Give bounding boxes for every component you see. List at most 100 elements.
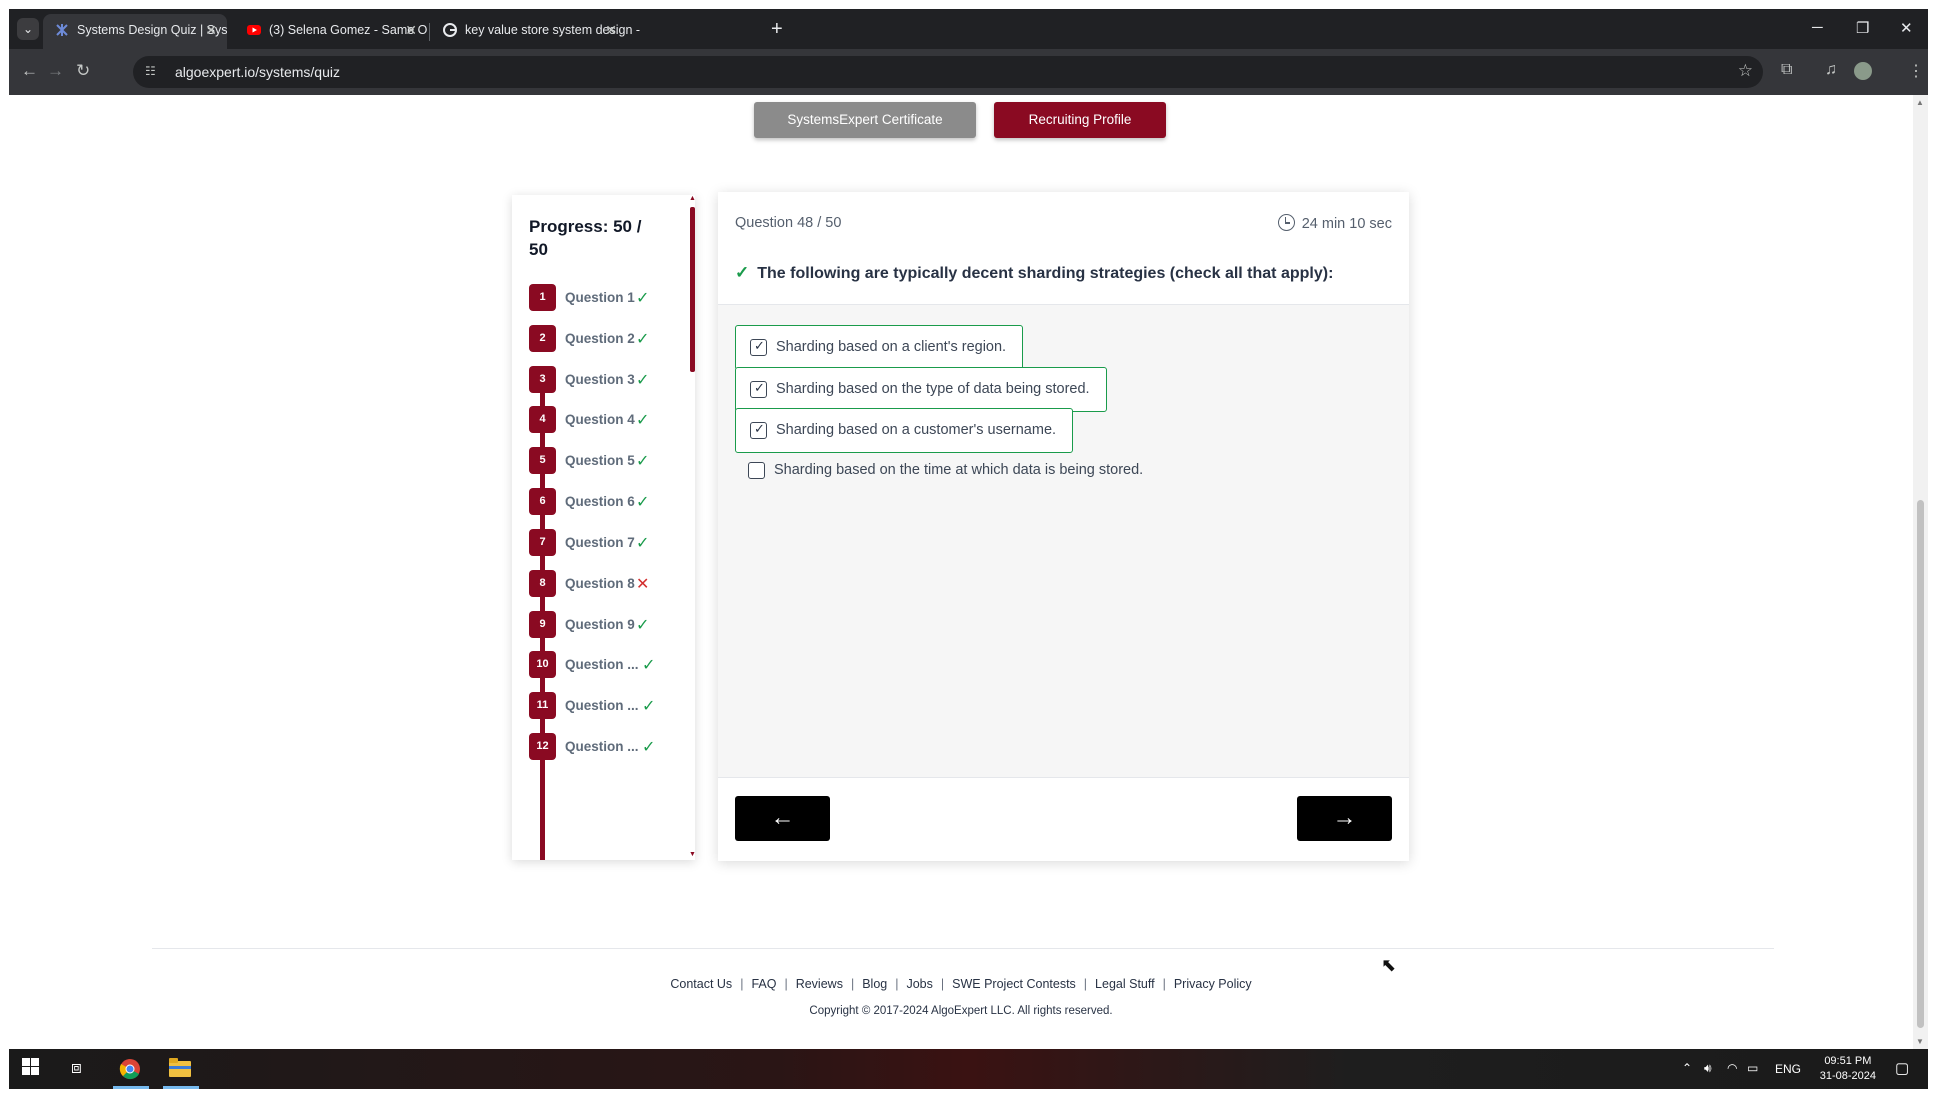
question-nav-item[interactable]: 12 Question ... ✓ xyxy=(529,733,679,761)
checkmark-icon: ✓ xyxy=(642,657,656,674)
question-nav-item[interactable]: 6 Question 6 ✓ xyxy=(529,488,679,516)
certificate-button[interactable]: SystemsExpert Certificate xyxy=(754,102,976,138)
checkbox-checked[interactable]: ✓ xyxy=(750,421,767,439)
minimize-icon[interactable]: ─ xyxy=(1812,19,1823,36)
checkmark-icon: ✓ xyxy=(754,338,765,353)
footer-link[interactable]: Reviews xyxy=(796,977,843,991)
page-scrollbar[interactable]: ▲ ▼ xyxy=(1913,95,1928,1049)
question-prompt: ✓ The following are typically decent shar… xyxy=(735,263,1333,283)
question-nav-item[interactable]: 2 Question 2 ✓ xyxy=(529,325,679,353)
previous-question-button[interactable]: ← xyxy=(735,796,830,841)
scroll-up-icon[interactable]: ▲ xyxy=(1916,98,1924,107)
checkmark-icon: ✓ xyxy=(636,412,650,429)
active-app-indicator xyxy=(113,1086,149,1089)
network-icon[interactable]: ◠ xyxy=(1727,1061,1737,1075)
screen: ⌄ Systems Design Quiz | SystemsE ✕ (3) S… xyxy=(0,0,1937,1097)
option-4[interactable]: Sharding based on the time at which data… xyxy=(735,449,1159,494)
site-settings-icon[interactable]: ☷ xyxy=(145,64,159,78)
tab-google-search[interactable]: key value store system design - ✕ xyxy=(431,14,763,49)
menu-kebab-icon[interactable]: ⋮ xyxy=(1908,61,1924,81)
question-number-badge: 11 xyxy=(529,692,556,719)
profile-avatar[interactable] xyxy=(1854,62,1872,80)
question-nav-item[interactable]: 8 Question 8 ✕ xyxy=(529,570,679,598)
question-number-badge: 12 xyxy=(529,733,556,760)
footer-link[interactable]: FAQ xyxy=(751,977,776,991)
question-nav-label: Question 4 xyxy=(565,412,635,427)
footer-divider xyxy=(152,948,1774,949)
media-controls-icon[interactable]: ♫ xyxy=(1825,61,1837,79)
close-icon[interactable]: ✕ xyxy=(405,14,417,46)
scroll-down-icon[interactable]: ▼ xyxy=(689,851,695,858)
checkmark-icon: ✓ xyxy=(636,331,650,348)
footer-link[interactable]: Contact Us xyxy=(670,977,732,991)
address-bar[interactable]: ☷ algoexpert.io/systems/quiz ☆ xyxy=(133,56,1763,88)
question-number-badge: 8 xyxy=(529,570,556,597)
question-options: ✓ Sharding based on a client's region. ✓… xyxy=(718,305,1409,777)
footer-link[interactable]: Jobs xyxy=(906,977,932,991)
reload-icon[interactable]: ↻ xyxy=(76,61,90,81)
task-view-icon[interactable]: ⧈ xyxy=(71,1058,82,1078)
notifications-icon[interactable]: ▢ xyxy=(1895,1059,1909,1077)
question-nav-item[interactable]: 3 Question 3 ✓ xyxy=(529,366,679,394)
clock-time: 09:51 PM xyxy=(1824,1055,1872,1067)
question-nav-item[interactable]: 1 Question 1 ✓ xyxy=(529,284,679,312)
progress-title: Progress: 50 / 50 xyxy=(529,217,642,259)
option-1[interactable]: ✓ Sharding based on a client's region. xyxy=(735,325,1024,370)
taskbar-clock[interactable]: 09:51 PM 31-08-2024 xyxy=(1820,1054,1876,1084)
back-arrow-icon[interactable]: ← xyxy=(21,61,38,81)
copyright-text: Copyright © 2017-2024 AlgoExpert LLC. Al… xyxy=(809,1005,1113,1017)
volume-icon[interactable]: 🔊︎ xyxy=(1704,1061,1712,1076)
question-number-badge: 4 xyxy=(529,406,556,433)
question-counter: Question 48 / 50 xyxy=(735,215,842,231)
option-2[interactable]: ✓ Sharding based on the type of data bei… xyxy=(735,367,1107,412)
scroll-thumb[interactable] xyxy=(690,207,695,372)
footer-link[interactable]: Legal Stuff xyxy=(1095,977,1155,991)
recruiting-profile-button[interactable]: Recruiting Profile xyxy=(994,102,1166,138)
question-nav-item[interactable]: 5 Question 5 ✓ xyxy=(529,447,679,475)
progress-scrollbar[interactable]: ▲ ▼ xyxy=(689,195,695,858)
bookmark-star-icon[interactable]: ☆ xyxy=(1738,61,1753,81)
chrome-taskbar-icon[interactable] xyxy=(119,1058,141,1085)
prompt-text: The following are typically decent shard… xyxy=(757,265,1334,282)
question-nav-label: Question 5 xyxy=(565,453,635,468)
question-nav-item[interactable]: 10 Question ... ✓ xyxy=(529,651,679,679)
footer-link[interactable]: Blog xyxy=(862,977,887,991)
question-nav-item[interactable]: 7 Question 7 ✓ xyxy=(529,529,679,557)
question-nav-item[interactable]: 11 Question ... ✓ xyxy=(529,692,679,720)
show-hidden-icons-icon[interactable]: ⌃ xyxy=(1682,1061,1692,1075)
option-text: Sharding based on the time at which data… xyxy=(774,462,1144,478)
forward-arrow-icon[interactable]: → xyxy=(47,61,64,81)
windows-start-icon[interactable] xyxy=(22,1058,39,1080)
page-scroll-thumb[interactable] xyxy=(1917,500,1924,1028)
next-question-button[interactable]: → xyxy=(1297,796,1392,841)
tab-youtube[interactable]: (3) Selena Gomez - Same Old L ✕ xyxy=(235,14,427,49)
battery-icon[interactable]: ▭ xyxy=(1747,1061,1758,1075)
checkbox-checked[interactable]: ✓ xyxy=(750,338,767,356)
scroll-up-icon[interactable]: ▲ xyxy=(689,195,695,202)
question-nav-item[interactable]: 9 Question 9 ✓ xyxy=(529,611,679,639)
scroll-down-icon[interactable]: ▼ xyxy=(1916,1037,1924,1046)
window-close-icon[interactable]: ✕ xyxy=(1900,19,1913,37)
new-tab-plus-icon[interactable]: + xyxy=(771,19,783,39)
option-3[interactable]: ✓ Sharding based on a customer's usernam… xyxy=(735,408,1074,453)
tab-search-button[interactable]: ⌄ xyxy=(17,18,39,40)
close-icon[interactable]: ✕ xyxy=(205,14,217,46)
extensions-icon[interactable]: ⧉ xyxy=(1781,61,1792,79)
checkbox-unchecked[interactable] xyxy=(748,462,765,479)
question-number-badge: 10 xyxy=(529,651,556,678)
question-nav-item[interactable]: 4 Question 4 ✓ xyxy=(529,406,679,434)
footer-link[interactable]: Privacy Policy xyxy=(1174,977,1252,991)
close-icon[interactable]: ✕ xyxy=(605,14,617,46)
language-indicator[interactable]: ENG xyxy=(1775,1062,1801,1076)
windows-taskbar: ⧈ ⌃ 🔊︎ ◠ ▭ ENG 09:51 PM 31-08-2024 ▢ xyxy=(9,1049,1928,1089)
footer-link[interactable]: SWE Project Contests xyxy=(952,977,1076,991)
restore-icon[interactable]: ❐ xyxy=(1856,19,1869,37)
checkbox-checked[interactable]: ✓ xyxy=(750,380,767,398)
file-explorer-icon[interactable] xyxy=(169,1058,191,1083)
cross-icon: ✕ xyxy=(636,576,650,593)
checkmark-icon: ✓ xyxy=(735,263,750,282)
tab-systems-quiz[interactable]: Systems Design Quiz | SystemsE ✕ xyxy=(43,14,227,49)
tab-title: (3) Selena Gomez - Same Old L xyxy=(269,23,427,37)
progress-panel: Progress: 50 / 50 1 Question 1 ✓ 2 Question … xyxy=(512,195,695,860)
arrow-right-icon: → xyxy=(1332,804,1357,831)
